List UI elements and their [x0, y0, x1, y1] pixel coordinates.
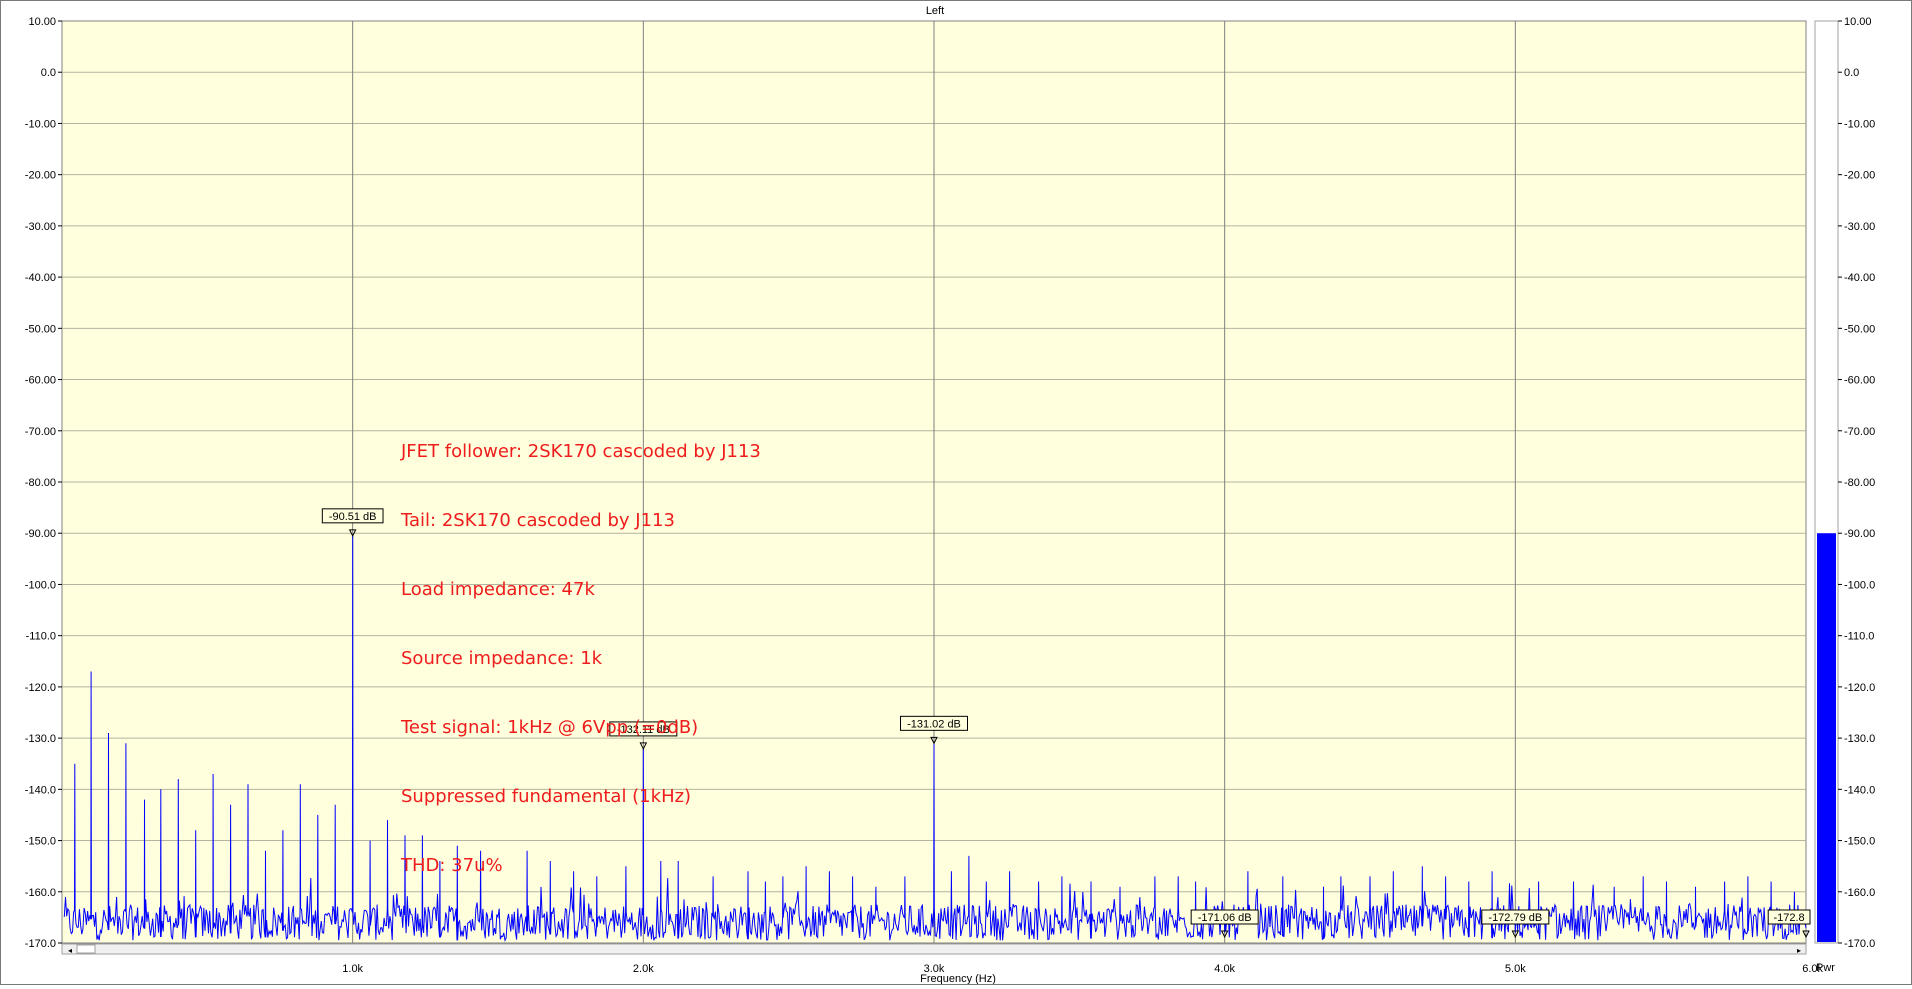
meter-tick-label: -60.00 — [1844, 375, 1875, 387]
meter-tick-label: -140.0 — [1844, 784, 1875, 796]
x-axis-ticks: 1.0k 2.0k 3.0k 4.0k 5.0k 6.0k — [342, 963, 1823, 975]
y-tick-label: -20.00 — [25, 170, 56, 182]
y-tick-label: -120.0 — [25, 682, 56, 694]
meter-tick-label: -150.0 — [1844, 836, 1875, 848]
chart-window: Left 10.00 0.0 -10.00 -20.00 -30.00 -40.00 -50… — [0, 0, 1912, 985]
note-line: Load impedance: 47k — [401, 579, 595, 600]
y-tick-label: -80.00 — [25, 477, 56, 489]
y-tick-label: -90.00 — [25, 528, 56, 540]
meter-tick-label: -130.0 — [1844, 733, 1875, 745]
y-tick-label: -140.0 — [25, 784, 56, 796]
scroll-left-arrow-icon[interactable]: ◂ — [68, 946, 72, 955]
meter-fill — [1817, 533, 1836, 942]
x-axis-label: Frequency (Hz) — [920, 973, 996, 984]
y-tick-label: -150.0 — [25, 836, 56, 848]
x-tick-label: 5.0k — [1505, 963, 1526, 975]
scroll-right-arrow-icon[interactable]: ▸ — [1797, 946, 1801, 955]
note-line: THD: 37u% — [401, 855, 503, 876]
spectrum-chart: Left 10.00 0.0 -10.00 -20.00 -30.00 -40.00 -50… — [25, 5, 1875, 985]
meter-tick-label: 10.00 — [1844, 16, 1872, 28]
note-line: Test signal: 1kHz @ 6Vpp (=0dB) — [401, 717, 699, 738]
meter-tick-label: -80.00 — [1844, 477, 1875, 489]
scrollbar-thumb[interactable] — [76, 944, 96, 954]
y-tick-label: 10.00 — [28, 16, 56, 28]
meter-tick-label: -10.00 — [1844, 118, 1875, 130]
y-tick-label: -40.00 — [25, 272, 56, 284]
marker-label: -90.51 dB — [329, 511, 377, 523]
meter-tick-label: -50.00 — [1844, 323, 1875, 335]
meter-tick-label: 0.0 — [1844, 67, 1859, 79]
note-line: Source impedance: 1k — [401, 648, 603, 669]
y-tick-label: -50.00 — [25, 323, 56, 335]
meter-axis-ticks: 10.00 0.0 -10.00 -20.00 -30.00 -40.00 -50.00 -6… — [1838, 16, 1875, 950]
meter-tick-label: -160.0 — [1844, 887, 1875, 899]
meter-unit-label: Pwr — [1816, 962, 1835, 974]
horizontal-scrollbar[interactable]: ◂ ▸ — [61, 943, 1807, 955]
meter-tick-label: -120.0 — [1844, 682, 1875, 694]
y-tick-label: -130.0 — [25, 733, 56, 745]
x-tick-label: 1.0k — [342, 963, 363, 975]
meter-tick-label: -70.00 — [1844, 426, 1875, 438]
test-notes: JFET follower: 2SK170 cascoded by J113 T… — [401, 394, 761, 923]
level-meter: 10.00 0.0 -10.00 -20.00 -30.00 -40.00 -50.00 -6… — [1814, 16, 1875, 974]
marker-label: -172.79 dB — [1488, 912, 1542, 924]
marker-label: -171.06 dB — [1198, 912, 1252, 924]
y-tick-label: -70.00 — [25, 426, 56, 438]
y-tick-label: -100.0 — [25, 579, 56, 591]
meter-tick-label: -100.0 — [1844, 579, 1875, 591]
note-line: Tail: 2SK170 cascoded by J113 — [401, 510, 675, 531]
y-tick-label: -10.00 — [25, 118, 56, 130]
marker-label: -131.02 dB — [907, 718, 961, 730]
meter-tick-label: -90.00 — [1844, 528, 1875, 540]
meter-tick-label: -110.0 — [1844, 631, 1874, 643]
chart-title: Left — [926, 5, 944, 17]
marker-label: -172.8 — [1773, 912, 1804, 924]
x-tick-label: 2.0k — [633, 963, 654, 975]
y-tick-label: -30.00 — [25, 221, 56, 233]
y-tick-label: 0.0 — [41, 67, 56, 79]
note-line: JFET follower: 2SK170 cascoded by J113 — [401, 441, 761, 462]
y-tick-label: -60.00 — [25, 375, 56, 387]
meter-tick-label: -40.00 — [1844, 272, 1875, 284]
meter-tick-label: -30.00 — [1844, 221, 1875, 233]
y-axis-ticks: 10.00 0.0 -10.00 -20.00 -30.00 -40.00 -50.00 -6… — [25, 16, 62, 950]
meter-tick-label: -170.0 — [1844, 938, 1875, 950]
y-tick-label: -110.0 — [26, 631, 56, 643]
note-line: Suppressed fundamental (1kHz) — [401, 786, 692, 807]
y-tick-label: -160.0 — [25, 887, 56, 899]
meter-tick-label: -20.00 — [1844, 170, 1875, 182]
y-tick-label: -170.0 — [25, 938, 56, 950]
x-tick-label: 4.0k — [1214, 963, 1235, 975]
